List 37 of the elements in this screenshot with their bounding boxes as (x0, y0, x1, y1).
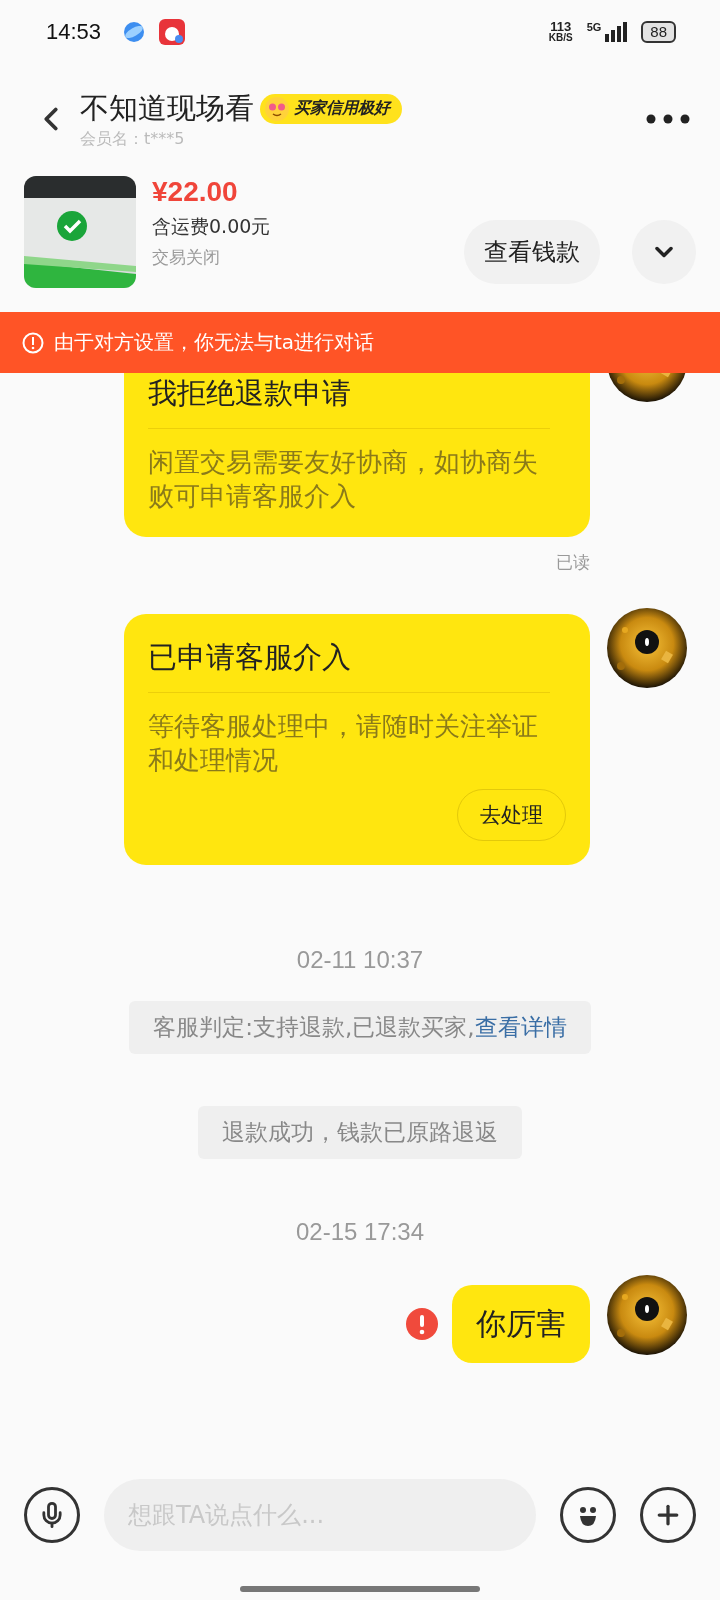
card-title: 已申请客服介入 (148, 639, 352, 676)
speed-unit: KB/S (548, 32, 573, 43)
add-button[interactable] (640, 1487, 696, 1543)
card-title: 我拒绝退款申请 (148, 375, 352, 412)
error-icon[interactable] (406, 1308, 438, 1340)
voice-button[interactable] (24, 1487, 80, 1543)
status-time: 14:53 (46, 19, 102, 45)
speed-value: 113 (550, 21, 572, 32)
badge-label: 买家信用极好 (294, 98, 390, 119)
card-body: 等待客服处理中，请随时关注举证和处理情况 (148, 710, 539, 777)
avatar[interactable] (607, 1275, 687, 1355)
chat-title: 不知道现场看 (80, 89, 254, 127)
price: ¥22.00 (152, 176, 239, 208)
member-name: 会员名：t***5 (80, 128, 186, 150)
timestamp: 02-11 10:37 (296, 945, 424, 975)
read-receipt: 已读 (556, 551, 590, 574)
details-link[interactable]: 查看详情 (474, 1012, 567, 1043)
more-icon[interactable] (646, 114, 690, 124)
notice-text: 客服判定:支持退款,已退款买家, (153, 1013, 475, 1042)
notice-text: 退款成功，钱款已原路退返 (222, 1118, 498, 1147)
smiley-icon (264, 95, 290, 122)
shipping-fee: 含运费0.00元 (152, 214, 272, 239)
signal-icon (605, 22, 628, 42)
handle-button[interactable]: 去处理 (457, 789, 566, 841)
card-body: 闲置交易需要友好协商，如协商失败可申请客服介入 (148, 446, 539, 513)
emoji-button[interactable] (560, 1487, 616, 1543)
app-icon (159, 19, 186, 45)
view-payment-button[interactable]: 查看钱款 (464, 220, 600, 284)
browser-app-icon (123, 21, 146, 43)
warning-icon (22, 331, 44, 354)
message-bubble: 你厉害 (452, 1285, 590, 1363)
battery-level: 88 (641, 21, 676, 43)
order-status: 交易关闭 (152, 246, 221, 269)
banner-text: 由于对方设置，你无法与ta进行对话 (54, 329, 375, 356)
timestamp: 02-15 17:34 (295, 1217, 425, 1247)
avatar[interactable] (607, 608, 687, 688)
network-type: 5G (586, 21, 602, 33)
